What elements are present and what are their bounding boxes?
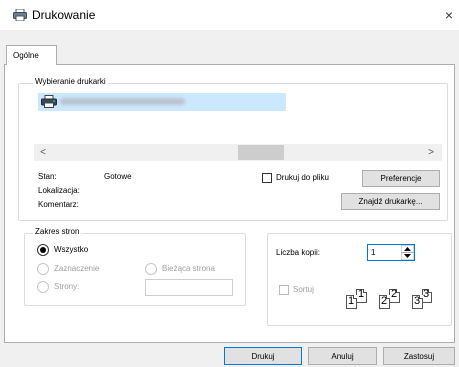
pages-input[interactable]	[145, 279, 233, 296]
page-number: 2	[381, 295, 388, 307]
printer-icon	[41, 95, 57, 108]
page-number: 1	[358, 288, 365, 300]
find-printer-button[interactable]: Znajdź drukarkę...	[341, 193, 440, 210]
close-button[interactable]: ×	[440, 5, 458, 25]
page-range-label: Zakres stron	[33, 227, 82, 236]
comment-label: Komentarz:	[38, 200, 79, 209]
copies-value: 1	[371, 248, 376, 257]
print-to-file-label[interactable]: Drukuj do pliku	[276, 173, 329, 182]
selection-label[interactable]: Zaznaczenie	[54, 264, 99, 273]
all-pages-label[interactable]: Wszystko	[54, 245, 88, 254]
tab-general[interactable]: Ogólne	[6, 45, 57, 65]
cancel-button[interactable]: Anuluj	[308, 347, 377, 365]
scroll-left-arrow-icon[interactable]: <	[36, 144, 50, 161]
scroll-thumb[interactable]	[238, 145, 284, 160]
collate-label[interactable]: Sortuj	[293, 285, 314, 294]
pages-radio[interactable]	[37, 281, 49, 293]
page-number: 2	[391, 288, 398, 300]
pages-label[interactable]: Strony:	[54, 282, 79, 291]
copies-label: Liczba kopii:	[276, 248, 321, 257]
location-label: Lokalizacja:	[38, 186, 80, 195]
status-value: Gotowe	[104, 172, 132, 181]
copies-stepper[interactable]: 1	[367, 244, 415, 261]
collate-illustration: 1 1 2 2 3 3	[346, 282, 432, 318]
page-number: 3	[414, 295, 421, 307]
printer-icon	[13, 9, 27, 21]
current-page-label[interactable]: Bieżąca strona	[162, 264, 215, 273]
page-number: 3	[423, 288, 430, 300]
print-button[interactable]: Drukuj	[224, 347, 302, 365]
printer-name-redacted	[60, 98, 185, 105]
window-title: Drukowanie	[32, 8, 96, 22]
tab-general-label: Ogólne	[13, 51, 39, 60]
status-label: Stan:	[38, 172, 57, 181]
scroll-right-arrow-icon[interactable]: >	[424, 144, 438, 161]
spin-arrows-icon[interactable]	[401, 245, 414, 260]
all-pages-radio[interactable]	[37, 244, 49, 256]
printer-selection-label: Wybieranie drukarki	[33, 77, 108, 86]
preferences-button[interactable]: Preferencje	[362, 170, 440, 187]
current-page-radio[interactable]	[145, 263, 157, 275]
page-number: 1	[348, 295, 355, 307]
print-to-file-checkbox[interactable]	[262, 173, 272, 183]
selection-radio[interactable]	[37, 263, 49, 275]
collate-checkbox[interactable]	[279, 285, 289, 295]
apply-button[interactable]: Zastosuj	[383, 347, 455, 365]
